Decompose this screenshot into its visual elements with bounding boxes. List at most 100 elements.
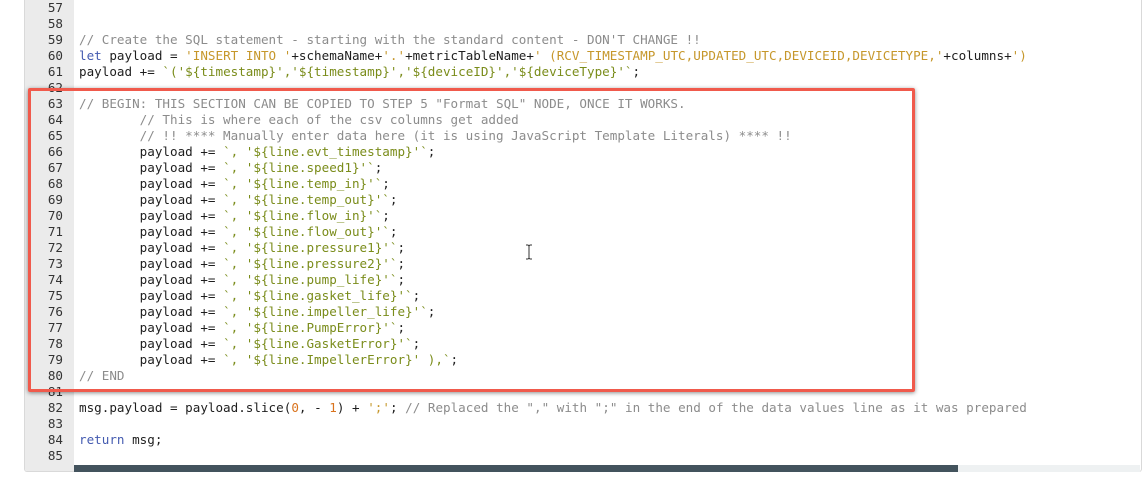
code-line[interactable]: 59 // Create the SQL statement - starting… bbox=[25, 32, 1141, 48]
line-number: 77 bbox=[47, 320, 63, 335]
code-line[interactable]: 82 msg.payload = payload.slice(0, - 1) + … bbox=[25, 400, 1141, 416]
line-number: 67 bbox=[47, 160, 63, 175]
code-line[interactable]: 62 bbox=[25, 80, 1141, 96]
line-number: 66 bbox=[47, 144, 63, 159]
code-line[interactable]: 75 payload += `, '${line.gasket_life}'`; bbox=[25, 288, 1141, 304]
code-token-number: 1 bbox=[329, 400, 337, 415]
code-line[interactable]: 73 payload += `, '${line.pressure2}'`; bbox=[25, 256, 1141, 272]
code-token-plain: ; bbox=[397, 272, 406, 287]
code-token-plain: payload += bbox=[79, 336, 224, 351]
code-line[interactable]: 72 payload += `, '${line.pressure1}'`; bbox=[25, 240, 1141, 256]
line-number: 79 bbox=[47, 352, 63, 367]
code-text: payload += `, '${line.pressure1}'`; bbox=[79, 240, 405, 256]
line-number: 58 bbox=[47, 16, 63, 31]
code-token-plain: payload += bbox=[79, 160, 224, 175]
code-line[interactable]: 67 payload += `, '${line.speed1}'`; bbox=[25, 160, 1141, 176]
code-line[interactable]: 58 bbox=[25, 16, 1141, 32]
code-token-template: `, '${line.PumpError}'` bbox=[223, 320, 398, 335]
code-token-string: ') bbox=[1011, 48, 1027, 63]
code-line[interactable]: 60 let payload = 'INSERT INTO '+schemaNam… bbox=[25, 48, 1141, 64]
code-text: payload += `, '${line.temp_out}'`; bbox=[79, 192, 398, 208]
code-token-template: `, '${line.temp_out}'` bbox=[223, 192, 390, 207]
code-token-plain: +schemaName+ bbox=[291, 48, 383, 63]
line-number: 60 bbox=[47, 48, 63, 63]
code-text: return msg; bbox=[79, 432, 162, 448]
code-line[interactable]: 80 // END bbox=[25, 368, 1141, 384]
code-line[interactable]: 68 payload += `, '${line.temp_in}'`; bbox=[25, 176, 1141, 192]
line-number: 62 bbox=[47, 80, 63, 95]
code-text: payload += `, '${line.flow_out}'`; bbox=[79, 224, 398, 240]
code-line[interactable]: 84 return msg; bbox=[25, 432, 1141, 448]
code-text: payload += `, '${line.pressure2}'`; bbox=[79, 256, 405, 272]
code-token-keyword: let bbox=[79, 48, 102, 63]
code-token-plain: ) + bbox=[336, 400, 368, 415]
code-line[interactable]: 79 payload += `, '${line.ImpellerError}'… bbox=[25, 352, 1141, 368]
code-token-plain: ; bbox=[450, 352, 459, 367]
code-token-number: 0 bbox=[291, 400, 299, 415]
code-token-plain: ; bbox=[389, 224, 398, 239]
line-number: 84 bbox=[47, 432, 63, 447]
code-line[interactable]: 71 payload += `, '${line.flow_out}'`; bbox=[25, 224, 1141, 240]
code-token-keyword: return bbox=[79, 432, 125, 447]
code-token-plain: payload += bbox=[79, 352, 224, 367]
code-token-plain: +metricTableName+ bbox=[405, 48, 534, 63]
code-text: payload += `, '${line.ImpellerError}' ),… bbox=[79, 352, 458, 368]
code-line[interactable]: 64 // This is where each of the csv colu… bbox=[25, 112, 1141, 128]
code-line[interactable]: 65 // !! **** Manually enter data here (… bbox=[25, 128, 1141, 144]
code-area[interactable]: 57 58 59 // Create the SQL statement - star… bbox=[25, 0, 1141, 465]
code-token-comment: // END bbox=[79, 368, 125, 383]
code-line[interactable]: 85 bbox=[25, 448, 1141, 464]
line-number: 73 bbox=[47, 256, 63, 271]
code-line[interactable]: 66 payload += `, '${line.evt_timestamp}'… bbox=[25, 144, 1141, 160]
code-token-template: `, '${line.evt_timestamp}'` bbox=[223, 144, 428, 159]
text-cursor-icon bbox=[526, 244, 532, 260]
code-token-plain: ; bbox=[397, 240, 406, 255]
code-text: payload += `, '${line.evt_timestamp}'`; bbox=[79, 144, 436, 160]
code-line[interactable]: 77 payload += `, '${line.PumpError}'`; bbox=[25, 320, 1141, 336]
code-token-plain: ; bbox=[382, 176, 390, 191]
code-line[interactable]: 78 payload += `, '${line.GasketError}'`; bbox=[25, 336, 1141, 352]
code-text: // !! **** Manually enter data here (it … bbox=[79, 128, 792, 144]
line-number: 63 bbox=[47, 96, 63, 111]
code-token-plain: msg.payload = payload.slice( bbox=[79, 400, 292, 415]
line-number: 59 bbox=[47, 32, 63, 47]
code-text: payload += `, '${line.gasket_life}'`; bbox=[79, 288, 421, 304]
code-token-template: `, '${line.pump_life}'` bbox=[223, 272, 398, 287]
code-text: payload += `, '${line.GasketError}'`; bbox=[79, 336, 421, 352]
code-token-string: ' (RCV_TIMESTAMP_UTC,UPDATED_UTC,DEVICEI… bbox=[533, 48, 944, 63]
code-editor[interactable]: 57 58 59 // Create the SQL statement - star… bbox=[24, 0, 1142, 472]
code-token-comment: // Replaced the "," with ";" in the end … bbox=[405, 400, 1027, 415]
code-token-comment: // !! **** Manually enter data here (it … bbox=[79, 128, 792, 143]
code-token-string: ';' bbox=[367, 400, 390, 415]
line-number: 65 bbox=[47, 128, 63, 143]
code-line[interactable]: 76 payload += `, '${line.impeller_life}'… bbox=[25, 304, 1141, 320]
code-token-template: `, '${line.temp_in}'` bbox=[223, 176, 383, 191]
code-line[interactable]: 57 bbox=[25, 0, 1141, 16]
code-token-plain: payload += bbox=[79, 240, 224, 255]
horizontal-scrollbar-thumb[interactable] bbox=[74, 465, 958, 472]
line-number: 83 bbox=[47, 416, 63, 431]
code-token-plain: payload += bbox=[79, 176, 224, 191]
code-text: payload += `, '${line.pump_life}'`; bbox=[79, 272, 405, 288]
code-line[interactable]: 63 // BEGIN: THIS SECTION CAN BE COPIED T… bbox=[25, 96, 1141, 112]
code-token-plain: , - bbox=[298, 400, 330, 415]
code-token-plain: ; bbox=[374, 160, 383, 175]
line-number: 70 bbox=[47, 208, 63, 223]
line-number: 74 bbox=[47, 272, 63, 287]
line-number: 85 bbox=[47, 448, 63, 463]
code-line[interactable]: 61 payload += `('${timestamp}','${timesta… bbox=[25, 64, 1141, 80]
code-token-plain: payload += bbox=[79, 192, 224, 207]
code-line[interactable]: 70 payload += `, '${line.flow_in}'`; bbox=[25, 208, 1141, 224]
line-number: 80 bbox=[47, 368, 63, 383]
line-number: 68 bbox=[47, 176, 63, 191]
code-token-plain: msg; bbox=[124, 432, 163, 447]
code-token-plain: ; bbox=[412, 288, 421, 303]
code-token-template: `, '${line.pressure2}'` bbox=[223, 256, 398, 271]
line-number: 57 bbox=[47, 0, 63, 15]
code-token-plain: ; bbox=[397, 256, 406, 271]
code-token-template: `, '${line.impeller_life}'` bbox=[223, 304, 428, 319]
code-line[interactable]: 81 bbox=[25, 384, 1141, 400]
code-line[interactable]: 83 bbox=[25, 416, 1141, 432]
code-line[interactable]: 74 payload += `, '${line.pump_life}'`; bbox=[25, 272, 1141, 288]
code-line[interactable]: 69 payload += `, '${line.temp_out}'`; bbox=[25, 192, 1141, 208]
